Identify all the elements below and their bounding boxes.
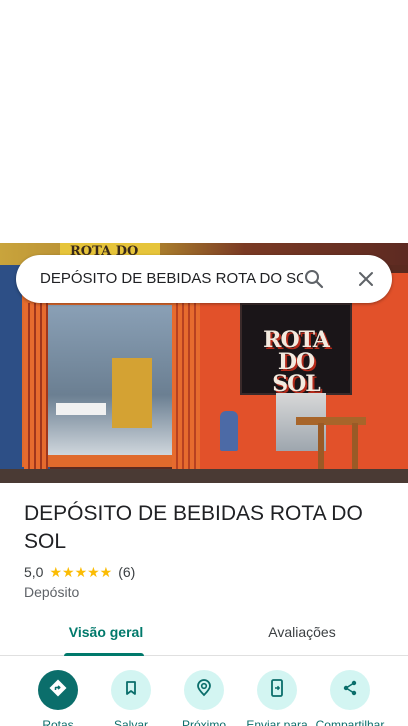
nearby-label: Próximo xyxy=(181,718,226,726)
place-title: DEPÓSITO DE BEBIDAS ROTA DO SOL xyxy=(24,502,363,553)
star-rating-icon: ★★★★★ xyxy=(49,565,112,579)
save-button[interactable]: Salvar xyxy=(91,670,171,726)
review-count[interactable]: (6) xyxy=(118,564,135,580)
active-tab-indicator xyxy=(64,653,144,656)
send-to-phone-icon xyxy=(268,678,286,703)
map-blank-area xyxy=(0,0,408,243)
routes-button-circle[interactable] xyxy=(38,670,78,710)
close-icon[interactable] xyxy=(354,267,378,291)
place-tabs: Visão geral Avaliações xyxy=(0,614,408,656)
search-bar[interactable]: DEPÓSITO DE BEBIDAS ROTA DO SOL xyxy=(16,255,392,303)
photo-water-jug xyxy=(220,411,238,451)
photo-shelf xyxy=(112,358,152,428)
save-button-circle[interactable] xyxy=(111,670,151,710)
send-label: Enviar para xyxy=(246,718,308,726)
rating-row[interactable]: 5,0 ★★★★★ (6) xyxy=(24,563,135,581)
nearby-button-circle[interactable] xyxy=(184,670,224,710)
photo-store-sign-text: ROTA DO SOL xyxy=(244,329,348,395)
send-button-circle[interactable] xyxy=(257,670,297,710)
share-button[interactable]: Compartilhar xyxy=(310,670,390,726)
stars-text: ★★★★★ xyxy=(49,564,113,580)
photo-gate-left xyxy=(24,303,48,473)
save-label: Salvar xyxy=(113,718,148,726)
action-buttons: Rotas Salvar Próximo Enviar para Compart… xyxy=(0,670,408,726)
routes-button[interactable]: Rotas xyxy=(18,670,98,726)
sign-line-1: ROTA DO xyxy=(263,327,330,375)
send-to-phone-button[interactable]: Enviar para xyxy=(237,670,317,726)
photo-floor xyxy=(0,469,408,483)
place-category[interactable]: Depósito xyxy=(24,584,79,600)
search-icon[interactable] xyxy=(302,267,326,291)
photo-table xyxy=(56,403,106,415)
share-button-circle[interactable] xyxy=(330,670,370,710)
tab-overview[interactable]: Visão geral xyxy=(52,614,160,656)
photo-gate-right xyxy=(172,303,202,473)
tab-overview-label: Visão geral xyxy=(68,624,144,640)
nearby-icon xyxy=(194,678,214,703)
photo-chair-leg xyxy=(318,423,324,469)
share-label: Compartilhar xyxy=(315,718,385,726)
routes-label: Rotas xyxy=(42,718,74,726)
sign-line-2: SOL xyxy=(272,371,321,397)
tab-reviews[interactable]: Avaliações xyxy=(250,614,354,656)
bookmark-icon xyxy=(122,679,140,702)
photo-shop-interior xyxy=(48,305,172,455)
rating-value: 5,0 xyxy=(24,564,44,580)
share-icon xyxy=(341,679,359,702)
search-input[interactable]: DEPÓSITO DE BEBIDAS ROTA DO SOL xyxy=(40,255,303,303)
nearby-button[interactable]: Próximo xyxy=(164,670,244,726)
directions-icon xyxy=(48,678,68,703)
tab-reviews-label: Avaliações xyxy=(268,624,336,640)
photo-chair-leg xyxy=(352,423,358,469)
